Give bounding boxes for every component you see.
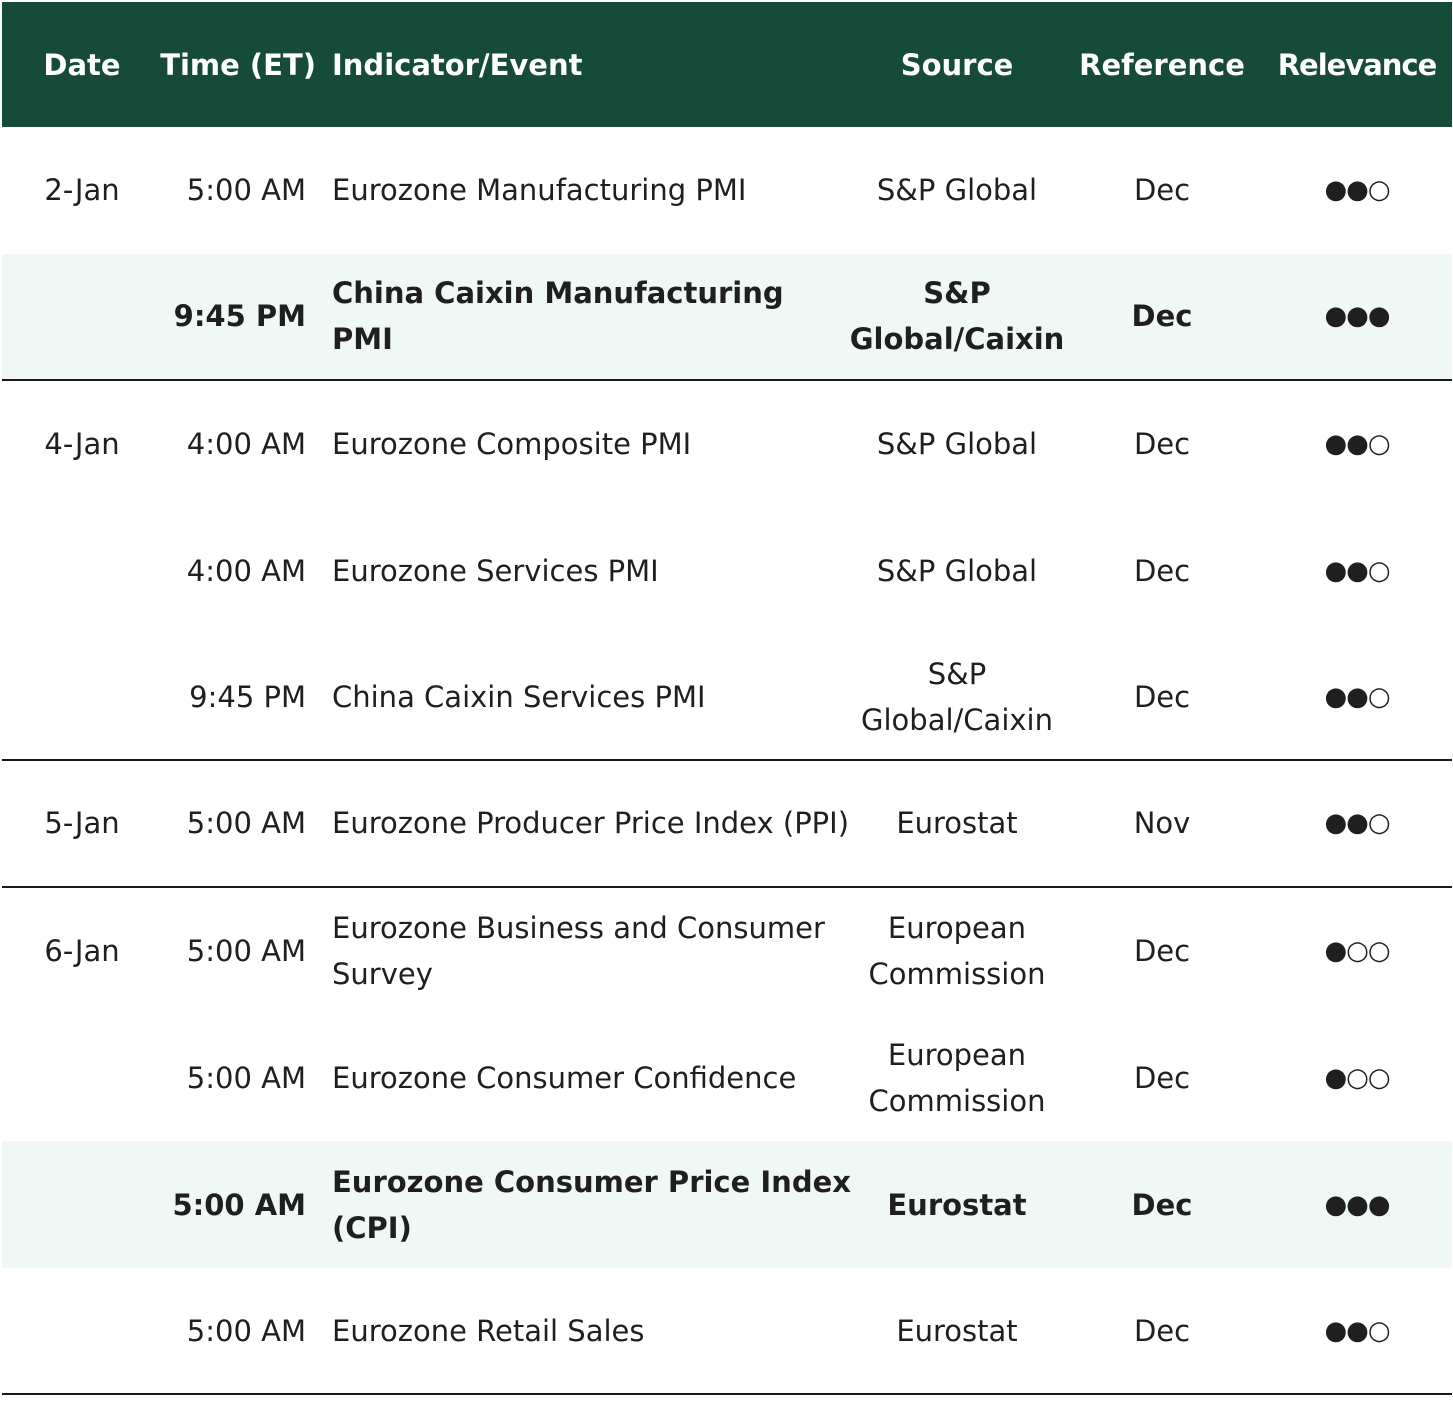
cell-date xyxy=(2,1141,162,1268)
cell-source: S&P Global xyxy=(876,553,1038,588)
cell-indicator: Eurozone Business and Consumer Survey xyxy=(332,911,825,992)
cell-date: 6-Jan xyxy=(44,934,120,969)
cell-time: 5:00 AM xyxy=(186,1313,306,1348)
cell-time: 9:45 PM xyxy=(173,299,306,334)
relevance-dots: ●○○ xyxy=(1324,936,1390,967)
relevance-dots: ●●○ xyxy=(1324,175,1390,206)
table-row: 4-Jan 4:00 AM Eurozone Composite PMI S&P… xyxy=(2,381,1452,508)
cell-reference: Dec xyxy=(1133,679,1191,714)
table-row: 4:00 AM Eurozone Services PMI S&P Global… xyxy=(2,507,1452,634)
cell-source: European Commission xyxy=(868,1037,1046,1118)
relevance-dots: ●○○ xyxy=(1324,1062,1390,1093)
cell-reference: Nov xyxy=(1133,806,1191,841)
cell-indicator: Eurozone Consumer Confidence xyxy=(332,1060,797,1095)
cell-indicator: Eurozone Retail Sales xyxy=(332,1313,645,1348)
table-row: 5:00 AM Eurozone Consumer Price Index (C… xyxy=(2,1141,1452,1269)
table-row: 9:45 PM China Caixin Manufacturing PMI S… xyxy=(2,253,1452,381)
cell-indicator: Eurozone Manufacturing PMI xyxy=(332,173,747,208)
cell-date xyxy=(2,254,162,379)
table-row: 2-Jan 5:00 AM Eurozone Manufacturing PMI… xyxy=(2,127,1452,254)
header-date: Date xyxy=(43,47,121,82)
cell-reference: Dec xyxy=(1133,934,1191,969)
cell-reference: Dec xyxy=(1133,1313,1191,1348)
relevance-dots: ●●● xyxy=(1324,1189,1390,1220)
cell-indicator: Eurozone Consumer Price Index (CPI) xyxy=(332,1164,851,1245)
cell-time: 4:00 AM xyxy=(186,426,306,461)
cell-time: 5:00 AM xyxy=(186,173,306,208)
cell-date xyxy=(2,1015,162,1142)
cell-reference: Dec xyxy=(1133,426,1191,461)
relevance-dots: ●●○ xyxy=(1324,428,1390,459)
relevance-dots: ●●● xyxy=(1324,301,1390,332)
cell-time: 5:00 AM xyxy=(186,806,306,841)
header-reference: Reference xyxy=(1079,47,1245,82)
cell-time: 4:00 AM xyxy=(186,553,306,588)
cell-time: 5:00 AM xyxy=(172,1187,306,1222)
cell-source: S&P Global/Caixin xyxy=(861,656,1053,737)
relevance-dots: ●●○ xyxy=(1324,555,1390,586)
cell-date xyxy=(2,507,162,634)
header-source: Source xyxy=(900,47,1014,82)
table-row: 5-Jan 5:00 AM Eurozone Producer Price In… xyxy=(2,761,1452,888)
cell-indicator: Eurozone Composite PMI xyxy=(332,426,692,461)
cell-reference: Dec xyxy=(1133,1060,1191,1095)
cell-source: Eurostat xyxy=(896,806,1018,841)
cell-date: 4-Jan xyxy=(44,426,120,461)
header-indicator: Indicator/Event xyxy=(332,47,583,82)
cell-indicator: Eurozone Producer Price Index (PPI) xyxy=(332,806,850,841)
cell-date xyxy=(2,634,162,759)
cell-source: S&P Global/Caixin xyxy=(849,276,1065,357)
table-row: 5:00 AM Eurozone Retail Sales Eurostat D… xyxy=(2,1268,1452,1395)
header-relevance: Relevance xyxy=(1277,47,1438,82)
relevance-dots: ●●○ xyxy=(1324,681,1390,712)
cell-time: 9:45 PM xyxy=(189,679,306,714)
relevance-dots: ●●○ xyxy=(1324,808,1390,839)
cell-source: S&P Global xyxy=(876,426,1038,461)
cell-source: Eurostat xyxy=(896,1313,1018,1348)
table-row: 6-Jan 5:00 AM Eurozone Business and Cons… xyxy=(2,888,1452,1015)
cell-reference: Dec xyxy=(1133,173,1191,208)
header-time: Time (ET) xyxy=(160,47,316,82)
cell-reference: Dec xyxy=(1131,1187,1193,1222)
cell-time: 5:00 AM xyxy=(186,934,306,969)
table-header: Date Time (ET) Indicator/Event Source Re… xyxy=(2,2,1452,127)
table-row: 9:45 PM China Caixin Services PMI S&P Gl… xyxy=(2,634,1452,761)
cell-date: 5-Jan xyxy=(44,806,120,841)
table-row: 5:00 AM Eurozone Consumer Confidence Eur… xyxy=(2,1015,1452,1142)
economic-calendar-table: Date Time (ET) Indicator/Event Source Re… xyxy=(2,2,1452,1395)
cell-time: 5:00 AM xyxy=(186,1060,306,1095)
cell-reference: Dec xyxy=(1131,299,1193,334)
cell-source: Eurostat xyxy=(887,1187,1027,1222)
cell-source: S&P Global xyxy=(876,173,1038,208)
relevance-dots: ●●○ xyxy=(1324,1315,1390,1346)
cell-date xyxy=(2,1268,162,1393)
cell-indicator: Eurozone Services PMI xyxy=(332,553,659,588)
cell-indicator: China Caixin Manufacturing PMI xyxy=(332,276,784,357)
cell-date: 2-Jan xyxy=(44,173,120,208)
cell-reference: Dec xyxy=(1133,553,1191,588)
cell-source: European Commission xyxy=(868,911,1046,992)
cell-indicator: China Caixin Services PMI xyxy=(332,679,706,714)
